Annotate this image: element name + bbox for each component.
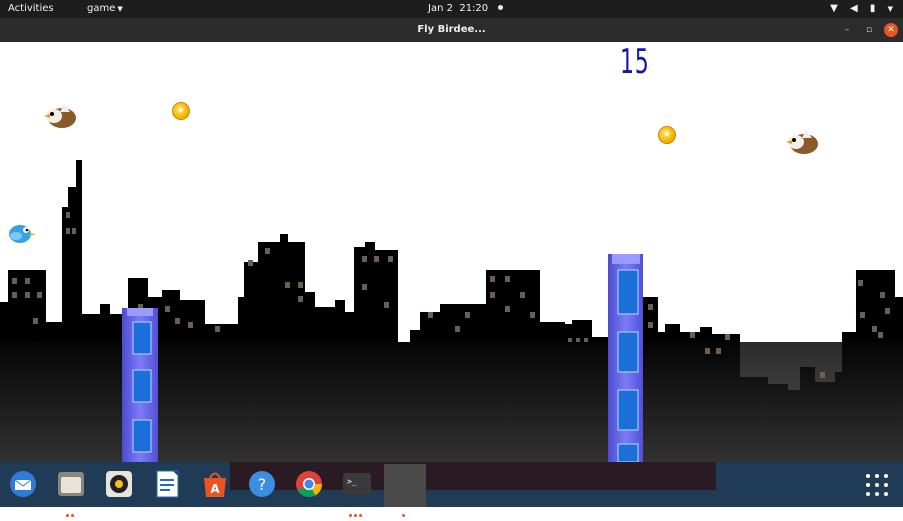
terminal-icon[interactable]: >_ — [342, 469, 372, 499]
window-title-bar[interactable]: Fly Birdee... – ▫ ✕ — [0, 18, 903, 42]
enemy-bird — [44, 104, 76, 128]
score-display: 15 — [620, 42, 650, 82]
app-menu-label: game — [87, 3, 116, 14]
running-indicator — [402, 502, 407, 517]
software-icon[interactable]: A — [200, 469, 230, 499]
svg-text:A: A — [210, 482, 220, 496]
running-indicator — [349, 502, 364, 517]
minimize-button[interactable]: – — [840, 23, 854, 37]
clock[interactable]: Jan 2 21:20 — [428, 3, 504, 14]
thunderbird-icon[interactable] — [8, 469, 38, 499]
pillar-left — [122, 308, 158, 462]
svg-text:?: ? — [258, 475, 267, 494]
pillar-right — [608, 254, 643, 462]
clock-time: 21:20 — [459, 3, 489, 14]
player-bird — [9, 225, 36, 243]
chevron-down-icon: ▼ — [887, 5, 893, 13]
show-apps-icon[interactable] — [866, 474, 890, 498]
svg-text:>_: >_ — [347, 477, 357, 486]
running-indicator — [66, 502, 76, 517]
files-icon[interactable] — [56, 469, 86, 499]
wifi-icon: ▼ — [830, 3, 838, 14]
app-window-icon[interactable] — [384, 464, 426, 507]
system-tray[interactable]: ▼ ◀ ▮ ▼ — [821, 3, 893, 14]
chevron-down-icon: ▼ — [117, 5, 123, 13]
activities-button[interactable]: Activities — [8, 3, 54, 14]
chrome-icon[interactable] — [294, 469, 324, 499]
window-title: Fly Birdee... — [417, 24, 486, 35]
notification-dot-icon — [498, 5, 504, 10]
game-scene — [0, 104, 903, 462]
coin-icon: ★ — [172, 102, 190, 120]
rhythmbox-icon[interactable] — [104, 469, 134, 499]
close-button[interactable]: ✕ — [884, 23, 898, 37]
maximize-button[interactable]: ▫ — [862, 23, 876, 37]
writer-icon[interactable] — [152, 469, 182, 499]
battery-icon: ▮ — [869, 3, 876, 14]
enemy-bird — [786, 130, 818, 154]
app-menu[interactable]: game ▼ — [87, 3, 123, 14]
volume-icon: ◀ — [850, 3, 858, 14]
game-canvas[interactable]: ★ ★ 15 — [0, 42, 903, 462]
dock: A ? >_ — [0, 462, 903, 517]
clock-date: Jan 2 — [428, 3, 453, 14]
top-bar: Activities game ▼ Jan 2 21:20 ▼ ◀ ▮ ▼ — [0, 0, 903, 18]
coin-icon: ★ — [658, 126, 676, 144]
help-icon[interactable]: ? — [247, 469, 277, 499]
